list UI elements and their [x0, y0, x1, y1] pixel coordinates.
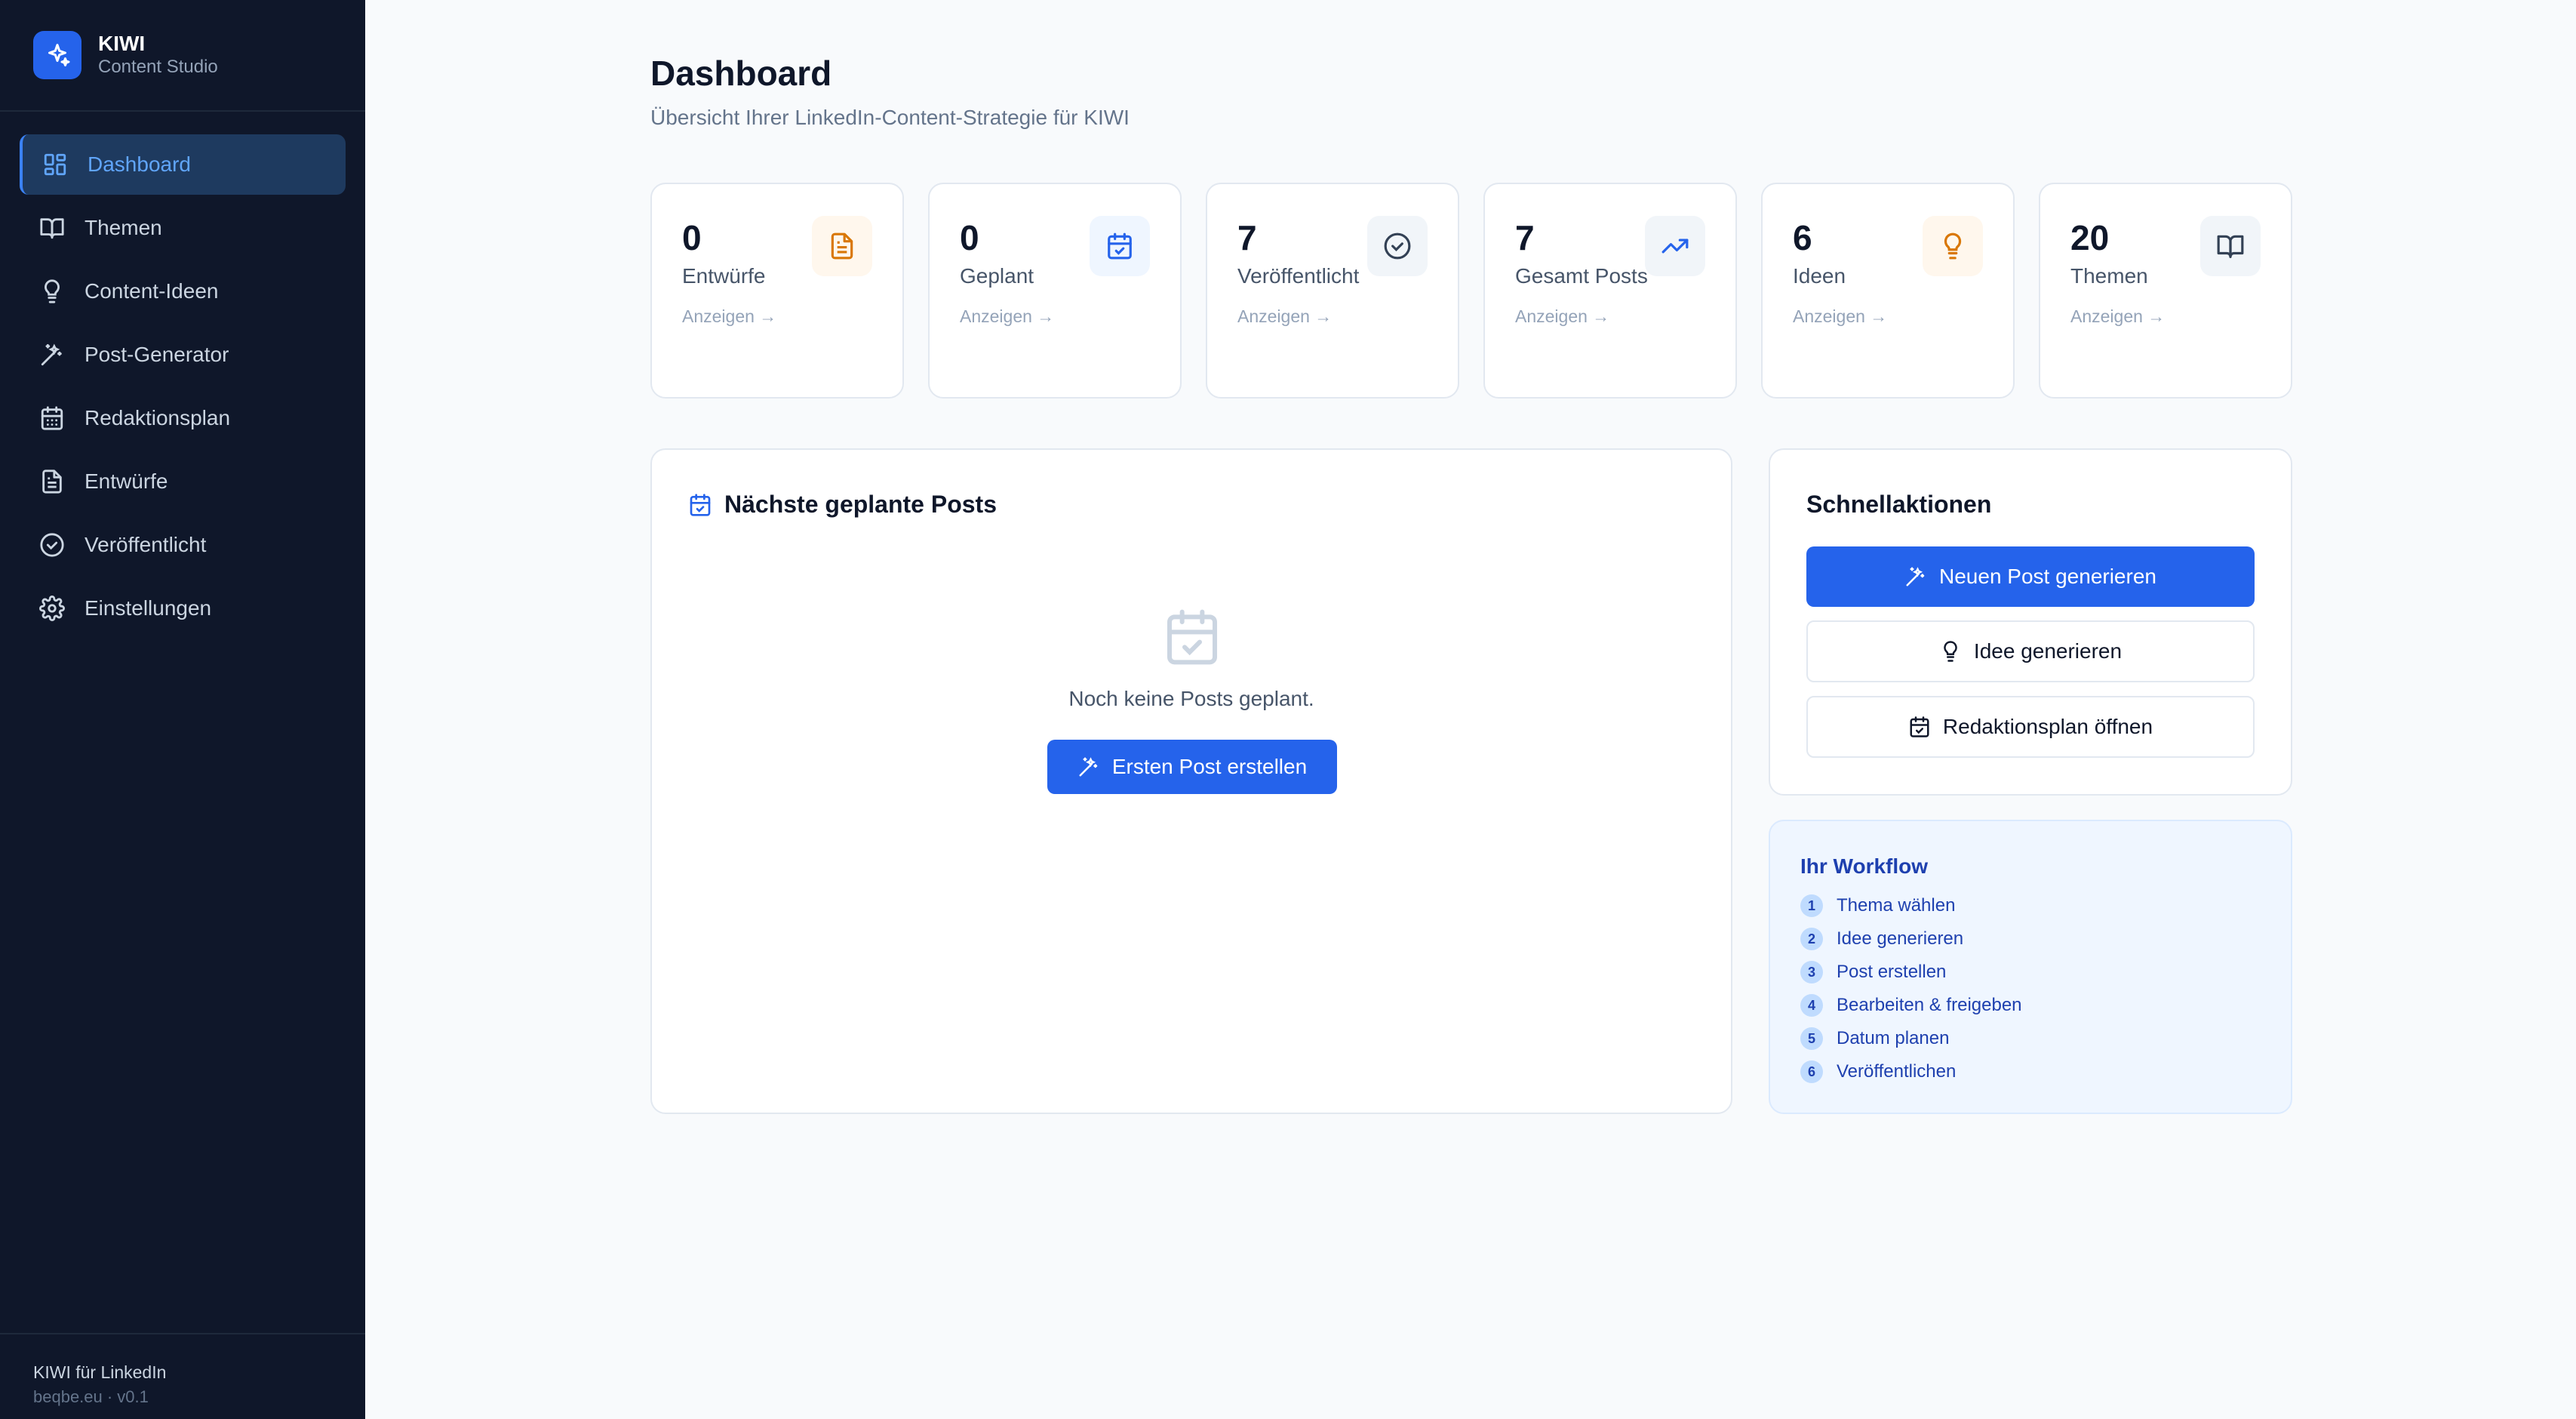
gear-icon — [39, 596, 65, 621]
stat-link[interactable]: Anzeigen → — [682, 306, 872, 327]
workflow-panel: Ihr Workflow 1 Thema wählen 2 Idee generie… — [1769, 820, 2292, 1114]
stat-link[interactable]: Anzeigen → — [960, 306, 1150, 327]
create-first-post-button[interactable]: Ersten Post erstellen — [1047, 740, 1337, 794]
button-label: Neuen Post generieren — [1939, 565, 2156, 588]
stat-card-ideen[interactable]: 6 Ideen Anzeigen → — [1761, 183, 2015, 399]
workflow-title: Ihr Workflow — [1800, 854, 1929, 878]
check-circle-icon — [1367, 216, 1428, 276]
stat-label: Geplant — [960, 264, 1034, 288]
sidebar-item-label: Veröffentlicht — [85, 533, 207, 556]
stat-link[interactable]: Anzeigen → — [1237, 306, 1428, 327]
dashboard-icon — [42, 152, 68, 177]
step-number: 3 — [1800, 961, 1823, 983]
sidebar-item-label: Redaktionsplan — [85, 406, 231, 429]
calendar-check-icon — [1908, 716, 1931, 738]
empty-calendar-icon — [1162, 607, 1222, 671]
stat-label: Veröffentlicht — [1237, 264, 1360, 288]
stat-link[interactable]: Anzeigen → — [2070, 306, 2261, 327]
trending-up-icon — [1645, 216, 1705, 276]
lightbulb-icon — [39, 279, 65, 304]
calendar-check-icon — [1090, 216, 1150, 276]
stat-label: Entwürfe — [682, 264, 766, 288]
sidebar-item-veroeffentlicht[interactable]: Veröffentlicht — [20, 515, 346, 575]
stat-card-gesamt-posts[interactable]: 7 Gesamt Posts Anzeigen → — [1483, 183, 1737, 399]
file-icon — [39, 469, 65, 494]
sparkles-icon — [33, 31, 81, 79]
workflow-step: 1 Thema wählen — [1800, 889, 2261, 922]
stat-link[interactable]: Anzeigen → — [1515, 306, 1705, 327]
stat-card-geplant[interactable]: 0 Geplant Anzeigen → — [928, 183, 1182, 399]
stat-label: Themen — [2070, 264, 2148, 288]
sidebar-footer: KIWI für LinkedIn beqbe.eu · v0.1 — [0, 1333, 365, 1419]
step-number: 6 — [1800, 1060, 1823, 1083]
workflow-step: 5 Datum planen — [1800, 1022, 2261, 1055]
workflow-step: 2 Idee generieren — [1800, 922, 2261, 956]
wand-icon — [1077, 756, 1100, 778]
footer-app-name: KIWI für LinkedIn — [33, 1362, 167, 1382]
check-circle-icon — [39, 532, 65, 558]
scheduled-posts-panel: Nächste geplante Posts Noch keine Posts … — [650, 448, 1732, 1114]
panel-title: Nächste geplante Posts — [724, 491, 997, 518]
sidebar-item-label: Themen — [85, 216, 162, 239]
sidebar-item-label: Einstellungen — [85, 596, 212, 620]
calendar-check-icon — [688, 493, 712, 517]
sidebar-item-label: Post-Generator — [85, 343, 229, 366]
wand-icon — [39, 342, 65, 368]
button-label: Ersten Post erstellen — [1111, 755, 1308, 778]
book-icon — [2200, 216, 2261, 276]
page-subtitle: Übersicht Ihrer LinkedIn-Content-Strateg… — [650, 106, 1130, 129]
calendar-icon — [39, 405, 65, 431]
brand-title: KIWI — [98, 32, 146, 55]
generate-idea-button[interactable]: Idee generieren — [1806, 620, 2255, 682]
step-label: Datum planen — [1837, 1028, 1950, 1048]
step-number: 4 — [1800, 994, 1823, 1017]
sidebar-item-einstellungen[interactable]: Einstellungen — [20, 578, 346, 639]
empty-state-text: Noch keine Posts geplant. — [1068, 687, 1314, 710]
sidebar-nav: Dashboard Themen Content-Ideen Post-Gene… — [0, 112, 365, 1333]
stat-card-veroeffentlicht[interactable]: 7 Veröffentlicht Anzeigen → — [1206, 183, 1459, 399]
generate-post-button[interactable]: Neuen Post generieren — [1806, 546, 2255, 607]
sidebar-item-themen[interactable]: Themen — [20, 198, 346, 258]
stat-label: Gesamt Posts — [1515, 264, 1648, 288]
brand-subtitle: Content Studio — [98, 57, 218, 77]
footer-version: beqbe.eu · v0.1 — [33, 1387, 149, 1406]
step-label: Veröffentlichen — [1837, 1061, 1957, 1082]
step-number: 2 — [1800, 928, 1823, 950]
lightbulb-icon — [1923, 216, 1983, 276]
wand-icon — [1904, 565, 1927, 588]
sidebar-item-label: Entwürfe — [85, 469, 168, 493]
stat-label: Ideen — [1793, 264, 1846, 288]
stat-link[interactable]: Anzeigen → — [1793, 306, 1983, 327]
workflow-step: 3 Post erstellen — [1800, 956, 2261, 989]
workflow-step: 4 Bearbeiten & freigeben — [1800, 989, 2261, 1022]
sidebar-item-label: Dashboard — [88, 152, 191, 176]
workflow-step: 6 Veröffentlichen — [1800, 1055, 2261, 1088]
file-icon — [812, 216, 872, 276]
sidebar-item-content-ideen[interactable]: Content-Ideen — [20, 261, 346, 322]
quick-actions-panel: Schnellaktionen Neuen Post generieren Id… — [1769, 448, 2292, 796]
sidebar-item-post-generator[interactable]: Post-Generator — [20, 325, 346, 385]
panel-title: Schnellaktionen — [1806, 491, 1992, 518]
brand[interactable]: KIWI Content Studio — [0, 0, 365, 112]
sidebar-item-entwuerfe[interactable]: Entwürfe — [20, 451, 346, 512]
step-label: Thema wählen — [1837, 895, 1956, 916]
step-number: 1 — [1800, 894, 1823, 917]
sidebar: KIWI Content Studio Dashboard Themen Con… — [0, 0, 365, 1419]
button-label: Idee generieren — [1973, 639, 2123, 663]
stat-card-entwuerfe[interactable]: 0 Entwürfe Anzeigen → — [650, 183, 904, 399]
sidebar-item-dashboard[interactable]: Dashboard — [20, 134, 346, 195]
button-label: Redaktionsplan öffnen — [1942, 715, 2153, 738]
sidebar-item-label: Content-Ideen — [85, 279, 219, 303]
page-title: Dashboard — [650, 54, 832, 93]
step-label: Post erstellen — [1837, 962, 1947, 982]
book-icon — [39, 215, 65, 241]
lightbulb-icon — [1939, 640, 1962, 663]
open-editorial-plan-button[interactable]: Redaktionsplan öffnen — [1806, 696, 2255, 758]
sidebar-item-redaktionsplan[interactable]: Redaktionsplan — [20, 388, 346, 448]
step-label: Idee generieren — [1837, 928, 1964, 949]
step-label: Bearbeiten & freigeben — [1837, 995, 2022, 1015]
step-number: 5 — [1800, 1027, 1823, 1050]
stat-card-themen[interactable]: 20 Themen Anzeigen → — [2039, 183, 2292, 399]
